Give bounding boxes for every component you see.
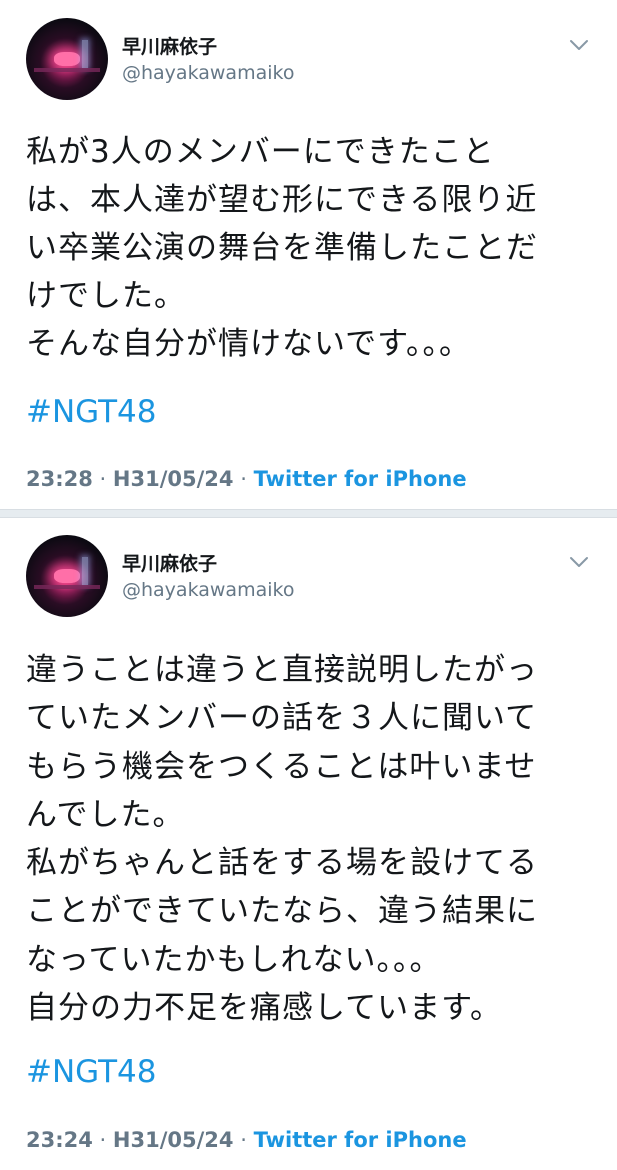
tweet-text-line: 自分の力不足を痛感しています。 xyxy=(26,990,502,1027)
tweet-text-line: んでした。 xyxy=(26,796,185,833)
tweet-text-line: ていたメンバーの話を３人に聞いて xyxy=(26,700,538,737)
hashtag-link[interactable]: #NGT48 xyxy=(26,1054,156,1090)
display-name[interactable]: 早川麻依子 xyxy=(122,549,217,576)
tweet-date: H31/05/24 xyxy=(112,1128,234,1152)
tweet-text: 私が3人のメンバーにできたこと は、本人達が望む形にできる限り近 い卒業公演の舞… xyxy=(26,128,591,368)
meta-separator: · xyxy=(99,1128,107,1152)
tweet-time: 23:24 xyxy=(26,1128,93,1152)
tweet-text-line: い卒業公演の舞台を準備したことだ xyxy=(26,230,538,266)
tweet-meta: 23:24 · H31/05/24 · Twitter for iPhone xyxy=(26,1128,467,1152)
avatar-stage-light xyxy=(54,569,80,583)
avatar-stage-floor xyxy=(34,68,100,72)
avatar-stage-beam xyxy=(82,40,88,68)
meta-separator: · xyxy=(99,467,107,491)
meta-separator: · xyxy=(240,1128,247,1152)
avatar-stage-floor xyxy=(34,585,100,589)
avatar[interactable] xyxy=(26,18,108,100)
tweet-text-line: 私が3人のメンバーにできたこと xyxy=(26,134,495,170)
chevron-down-icon[interactable] xyxy=(568,38,590,52)
tweet-text-line: けでした。 xyxy=(26,278,186,314)
tweet-date: H31/05/24 xyxy=(112,467,234,491)
tweet-meta: 23:28 · H31/05/24 · Twitter for iPhone xyxy=(26,467,467,491)
tweet-text: 違うことは違うと直接説明したがっ ていたメンバーの話を３人に聞いて もらう機会を… xyxy=(26,646,591,1032)
tweet[interactable]: 早川麻依子 @hayakawamaiko 私が3人のメンバーにできたこと は、本… xyxy=(0,0,617,510)
hashtag-link[interactable]: #NGT48 xyxy=(26,394,156,430)
tweet-text-line: は、本人達が望む形にできる限り近 xyxy=(26,182,538,218)
display-name[interactable]: 早川麻依子 xyxy=(122,32,217,59)
tweet-source-link[interactable]: Twitter for iPhone xyxy=(254,1128,467,1152)
meta-separator: · xyxy=(240,467,247,491)
tweet-text-line: なっていたかもしれない。。。 xyxy=(26,941,442,978)
tweet-text-line: そんな自分が情けないです。。。 xyxy=(26,326,471,362)
tweet-text-line: ことができていたなら、違う結果に xyxy=(26,893,538,930)
avatar[interactable] xyxy=(26,535,108,617)
tweet[interactable]: 早川麻依子 @hayakawamaiko 違うことは違うと直接説明したがっ てい… xyxy=(0,517,617,1170)
chevron-down-icon[interactable] xyxy=(568,555,590,569)
tweet-text-line: もらう機会をつくることは叶いませ xyxy=(26,748,537,785)
user-handle[interactable]: @hayakawamaiko xyxy=(122,62,294,84)
avatar-stage-light xyxy=(54,52,80,66)
tweet-source-link[interactable]: Twitter for iPhone xyxy=(254,467,467,491)
avatar-stage-beam xyxy=(82,557,88,585)
user-handle[interactable]: @hayakawamaiko xyxy=(122,579,294,601)
tweet-text-line: 違うことは違うと直接説明したがっ xyxy=(26,652,538,688)
tweet-text-line: 私がちゃんと話をする場を設けてる xyxy=(26,845,538,882)
tweet-time: 23:28 xyxy=(26,467,93,491)
